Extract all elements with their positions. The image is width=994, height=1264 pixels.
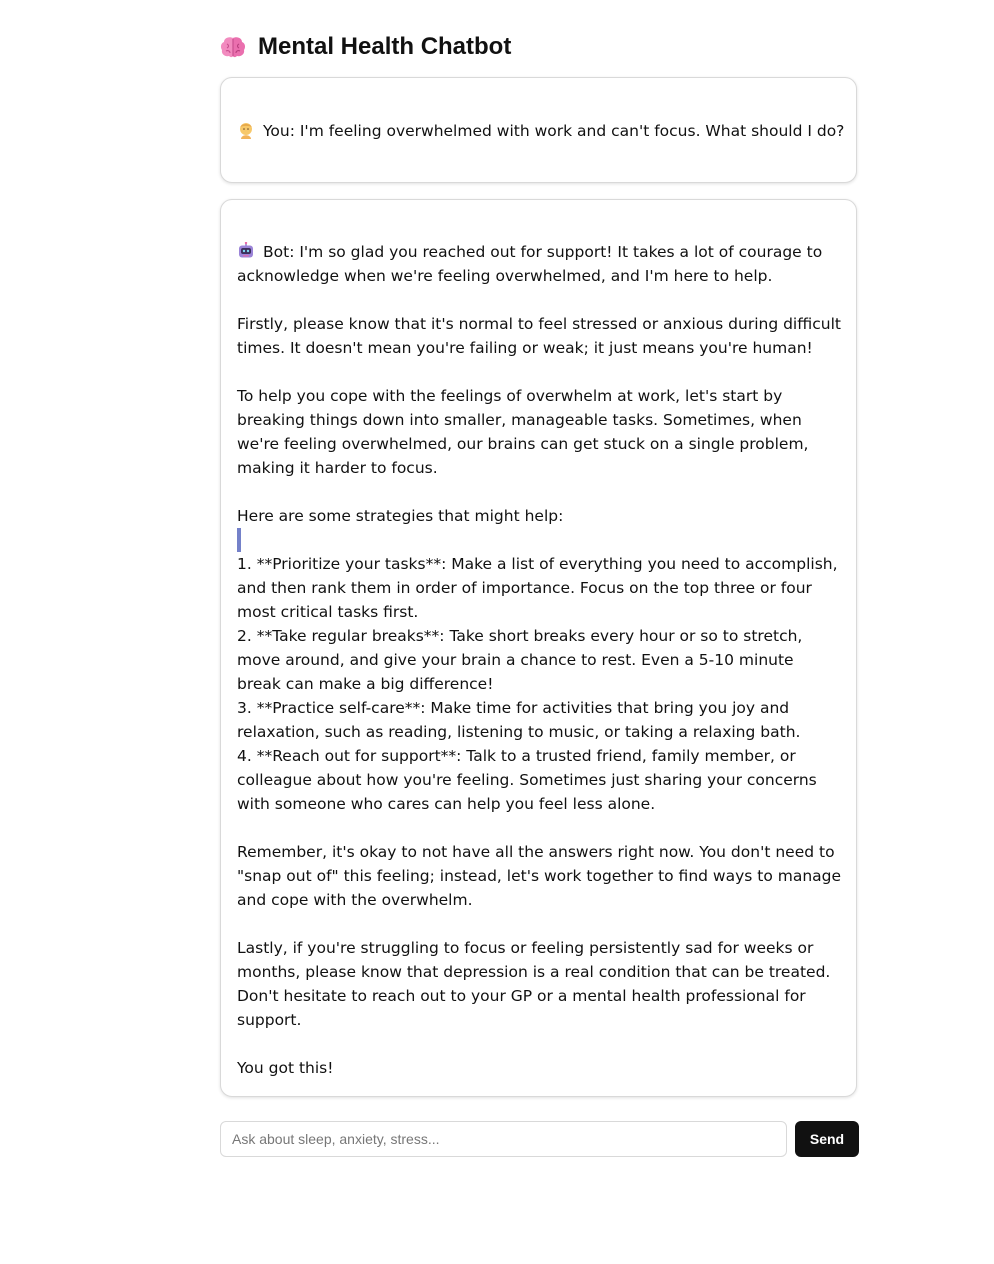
chat-input[interactable] (220, 1121, 787, 1157)
user-message-card: You: I'm feeling overwhelmed with work a… (220, 77, 857, 183)
bot-message-body: 1. **Prioritize your tasks**: Make a lis… (237, 555, 842, 1077)
text-caret (237, 528, 241, 552)
bot-message: Bot: I'm so glad you reached out for sup… (237, 240, 842, 1080)
send-button[interactable]: Send (795, 1121, 859, 1157)
user-message: You: I'm feeling overwhelmed with work a… (237, 119, 845, 143)
composer: Send (220, 1121, 859, 1157)
person-icon (237, 121, 255, 139)
app-title: Mental Health Chatbot (258, 33, 512, 60)
bot-message-card: Bot: I'm so glad you reached out for sup… (220, 199, 857, 1097)
bot-message-intro: Bot: I'm so glad you reached out for sup… (237, 243, 841, 525)
user-message-text: You: I'm feeling overwhelmed with work a… (263, 122, 845, 140)
robot-icon (237, 241, 255, 260)
brain-icon (220, 35, 246, 59)
page-title: Mental Health Chatbot (220, 30, 511, 64)
